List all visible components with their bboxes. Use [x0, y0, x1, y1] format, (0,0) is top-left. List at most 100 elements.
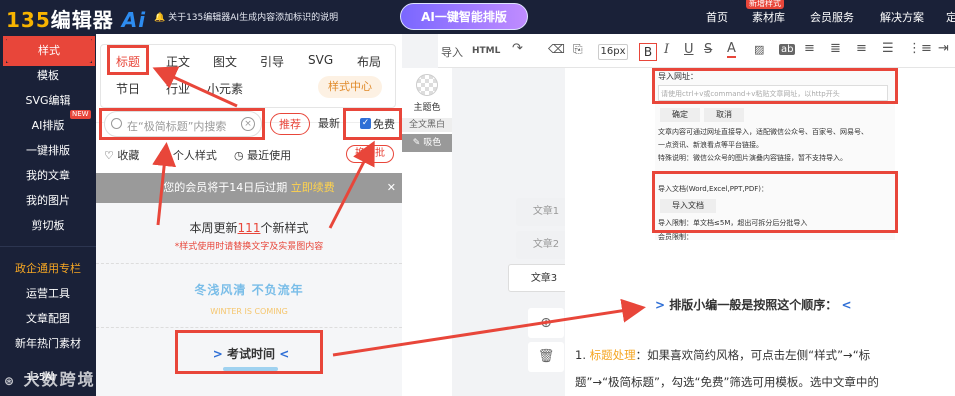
sidebar-item-template[interactable]: 模板 — [0, 63, 96, 88]
notice-link[interactable]: 🔔 关于135编辑器AI生成内容添加标识的说明 — [154, 10, 338, 23]
chevron-left-icon: < — [841, 298, 852, 312]
nav-membership[interactable]: 会员服务 — [810, 9, 854, 25]
background-color-icon[interactable]: ab — [779, 44, 796, 55]
tab-svg[interactable]: SVG — [308, 53, 333, 67]
full-bw-button[interactable]: 全文黑白 — [402, 118, 452, 132]
sidebar: 样式 模板 SVG编辑 AI排版 NEW 一键排版 我的文章 我的图片 剪切板 … — [0, 34, 96, 396]
sidebar-item-my-images[interactable]: 我的图片 — [0, 188, 96, 213]
sidebar-item-article-images[interactable]: 文章配图 — [0, 306, 96, 331]
list-divider — [96, 327, 402, 328]
highlight-icon[interactable]: ▨ — [754, 43, 764, 56]
annotation-box-free — [343, 108, 402, 140]
nav-home[interactable]: 首页 — [706, 9, 728, 25]
font-color-icon[interactable]: A — [727, 42, 736, 58]
color-tools: 主题色 全文黑白 ✎ 吸色 — [402, 68, 452, 396]
add-doc-icon[interactable]: ⊕ — [528, 308, 564, 338]
annotation-box-search — [99, 108, 265, 140]
annotation-box-exam — [175, 330, 323, 374]
tab-body[interactable]: 正文 — [166, 53, 190, 70]
sidebar-section-title: 政企通用专栏 — [15, 262, 81, 275]
watermark-text: 大数跨境 — [23, 370, 96, 389]
ai-layout-button[interactable]: AI一键智能排版 — [400, 3, 528, 30]
html-button[interactable]: HTML — [472, 46, 500, 56]
theme-color-swatch[interactable] — [416, 74, 438, 96]
sidebar-divider — [0, 246, 96, 247]
import-menu[interactable]: 导入 — [441, 44, 463, 60]
nav-new-tag: 新增样式 — [746, 0, 784, 9]
weekly-suffix: 个新样式 — [260, 221, 309, 235]
weekly-prefix: 本周更新 — [189, 221, 238, 235]
tab-guide[interactable]: 引导 — [260, 53, 284, 70]
member-notice-bar: 您的会员将于14日后过期 立即续费 ✕ — [96, 173, 402, 203]
import-cancel-button[interactable]: 取消 — [704, 108, 744, 122]
weekly-update: 本周更新111个新样式 — [96, 219, 402, 236]
strikethrough-icon[interactable]: S — [704, 42, 712, 57]
article-paragraph-line-1[interactable]: 1. 标题处理：如果喜欢简约风格，可点击左侧“样式”→“标 — [575, 347, 953, 363]
annotation-box-doc — [652, 171, 898, 233]
annotation-box-style — [3, 36, 95, 66]
close-icon[interactable]: ✕ — [387, 173, 396, 203]
article-heading[interactable]: > 排版小编一般是按照这个顺序： < — [655, 296, 852, 313]
nav-more[interactable]: 定 — [946, 9, 955, 25]
chevron-right-icon: > — [655, 298, 666, 312]
sidebar-item-clipboard[interactable]: 剪切板 — [0, 213, 96, 238]
sidebar-item-ops-tools[interactable]: 运营工具 — [0, 281, 96, 306]
indent-icon[interactable]: ⇥ — [938, 41, 949, 56]
member-notice-text: 您的会员将于14日后过期 — [163, 181, 288, 194]
align-right-icon[interactable]: ≡ — [856, 41, 867, 56]
filter-latest[interactable]: 最新 — [312, 113, 346, 135]
recent-link[interactable]: ◷ 最近使用 — [234, 147, 291, 163]
para-text-1: ：如果喜欢简约风格，可点击左侧“样式”→“标 — [635, 348, 871, 362]
annotation-box-url — [652, 68, 898, 104]
tab-small-elements[interactable]: 小元素 — [207, 80, 243, 97]
tab-image-text[interactable]: 图文 — [213, 53, 237, 70]
sidebar-item-new-year[interactable]: 新年热门素材 — [0, 331, 96, 356]
tab-holiday[interactable]: 节日 — [116, 80, 140, 97]
favorites-label: 收藏 — [117, 149, 140, 162]
article-heading-text: 排版小编一般是按照这个顺序： — [669, 298, 838, 312]
sidebar-item-my-articles[interactable]: 我的文章 — [0, 163, 96, 188]
favorites-link[interactable]: ♡ 收藏 — [104, 147, 139, 163]
list-divider — [96, 263, 402, 264]
align-left-icon[interactable]: ≡ — [804, 41, 815, 56]
justify-icon[interactable]: ☰ — [882, 41, 894, 56]
redo-icon[interactable]: ↷ — [512, 41, 523, 56]
para-number: 1. — [575, 348, 586, 362]
watermark: ⊛ 大数跨境 — [4, 366, 96, 390]
nav-solutions[interactable]: 解决方案 — [880, 9, 924, 25]
personal-style-link[interactable]: ▦ 个人样式 — [159, 147, 217, 163]
style-sample-winter-sub: WINTER IS COMING — [210, 307, 288, 316]
personal-style-label: 个人样式 — [172, 149, 217, 162]
filter-recommended[interactable]: 推荐 — [270, 113, 310, 135]
italic-icon[interactable]: I — [664, 42, 669, 57]
annotation-box-title-tab — [107, 45, 149, 75]
renew-link[interactable]: 立即续费 — [291, 181, 335, 194]
nav-materials[interactable]: 素材库 — [752, 9, 785, 25]
import-confirm-button[interactable]: 确定 — [660, 108, 700, 122]
eraser-icon[interactable]: ⌫ — [548, 42, 565, 56]
recent-label: 最近使用 — [247, 149, 292, 162]
pick-color-button[interactable]: ✎ 吸色 — [402, 134, 452, 152]
font-size-select[interactable]: 16px — [598, 44, 628, 60]
align-center-icon[interactable]: ≣ — [830, 41, 841, 56]
member-limit: 会员限制： — [658, 233, 693, 241]
para-highlight: 标题处理 — [589, 348, 636, 362]
sidebar-item-ai-layout[interactable]: AI排版 NEW — [0, 110, 96, 138]
style-sample-winter[interactable]: 冬浅风清 不负流年 — [176, 281, 322, 301]
underline-icon[interactable]: U — [684, 42, 694, 57]
weekly-count: 111 — [237, 221, 261, 235]
article-paragraph-line-2[interactable]: 题”→“极简标题”，勾选“免费”筛选可用模板。选中文章中的 — [575, 374, 953, 390]
delete-doc-icon[interactable]: 🗑 — [528, 342, 564, 372]
tab-layout[interactable]: 布局 — [357, 53, 381, 70]
bold-button[interactable]: B — [639, 43, 657, 61]
new-badge: NEW — [70, 110, 91, 119]
tab-industry[interactable]: 行业 — [166, 80, 190, 97]
theme-color-label: 主题色 — [413, 103, 441, 113]
swap-batch-button[interactable]: 换一批 — [346, 145, 394, 163]
format-painter-icon[interactable]: ⎘ — [573, 42, 583, 57]
logo[interactable]: 135编辑器 Ai — [6, 4, 146, 33]
sidebar-item-one-click[interactable]: 一键排版 — [0, 138, 96, 163]
list-icon[interactable]: ⋮≡ — [908, 41, 932, 56]
style-center-button[interactable]: 样式中心 — [318, 76, 382, 98]
import-desc-1: 文章内容可通过网址直接导入，适配微信公众号、百家号、网易号、 — [658, 128, 868, 136]
